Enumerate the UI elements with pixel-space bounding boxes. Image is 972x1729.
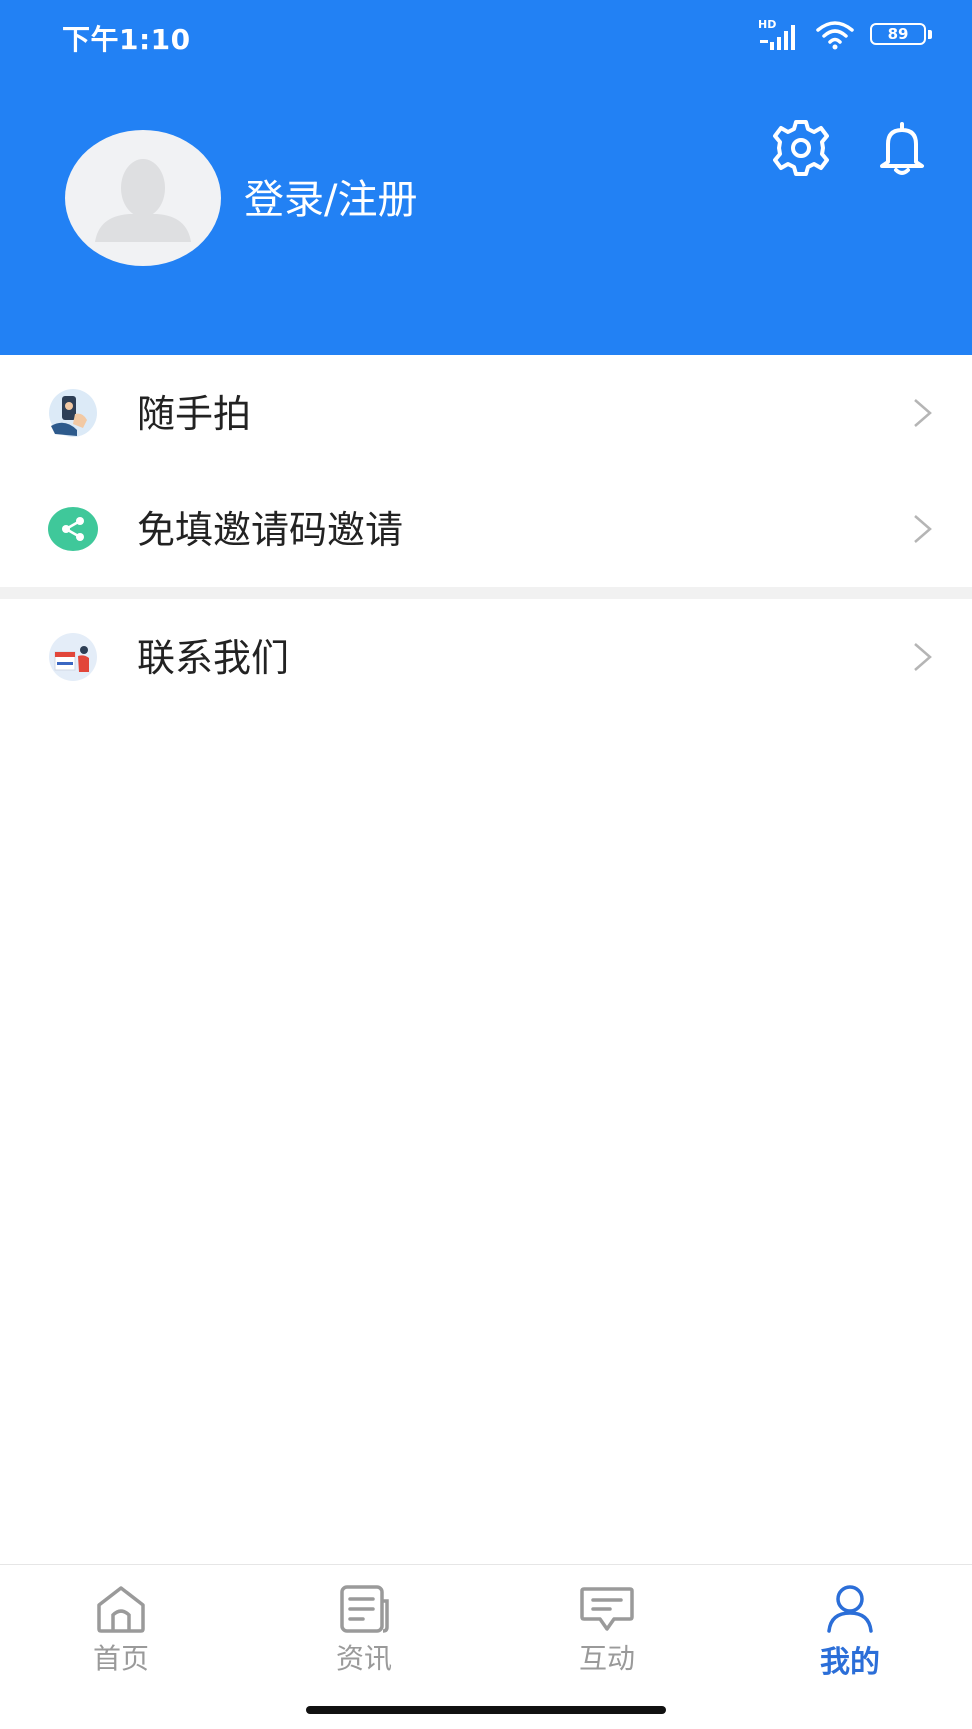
home-icon: [97, 1586, 145, 1633]
chat-icon: [580, 1587, 634, 1631]
menu-item-label: 免填邀请码邀请: [137, 508, 404, 552]
tab-news[interactable]: 资讯: [304, 1583, 424, 1677]
home-indicator[interactable]: [306, 1706, 666, 1714]
tab-mine[interactable]: 我的: [790, 1583, 910, 1681]
menu-item-label: 随手拍: [137, 392, 252, 436]
chevron-right-icon: [914, 643, 932, 671]
chevron-right-icon: [914, 515, 932, 543]
tab-label: 首页: [92, 1642, 149, 1675]
news-icon: [340, 1585, 389, 1633]
avatar[interactable]: [65, 130, 221, 266]
tab-label: 我的: [820, 1645, 880, 1680]
photo-shoot-icon: [49, 389, 97, 437]
bottom-tab-bar: 首页 资讯 互动 我的: [0, 1564, 972, 1729]
tab-label: 资讯: [335, 1642, 392, 1675]
contact-us-icon: [49, 633, 97, 681]
menu-item-invite[interactable]: 免填邀请码邀请: [0, 471, 972, 587]
menu-list: 随手拍 免填邀请码邀请 联系我们: [0, 355, 972, 715]
status-icons: HD 89: [758, 18, 938, 52]
wifi-icon: [816, 21, 854, 50]
notification-bell-icon[interactable]: [872, 118, 932, 178]
battery-icon: 89: [870, 23, 934, 47]
tab-label: 互动: [578, 1642, 635, 1675]
menu-item-label: 联系我们: [137, 636, 290, 680]
status-time: 下午1:10: [62, 23, 191, 56]
share-icon: [48, 507, 98, 551]
signal-icon: HD: [758, 18, 800, 52]
section-divider: [0, 587, 972, 599]
settings-gear-icon[interactable]: [771, 118, 831, 178]
profile-header: 下午1:10 HD 89 登录/注册: [0, 0, 972, 355]
chevron-right-icon: [914, 399, 932, 427]
default-avatar-icon: [95, 159, 191, 242]
tab-home[interactable]: 首页: [61, 1583, 181, 1677]
battery-level: 89: [887, 25, 909, 43]
user-icon: [827, 1585, 873, 1633]
login-register-link[interactable]: 登录/注册: [244, 174, 417, 226]
menu-item-contact[interactable]: 联系我们: [0, 599, 972, 715]
tab-interact[interactable]: 互动: [547, 1583, 667, 1677]
menu-item-photo[interactable]: 随手拍: [0, 355, 972, 471]
